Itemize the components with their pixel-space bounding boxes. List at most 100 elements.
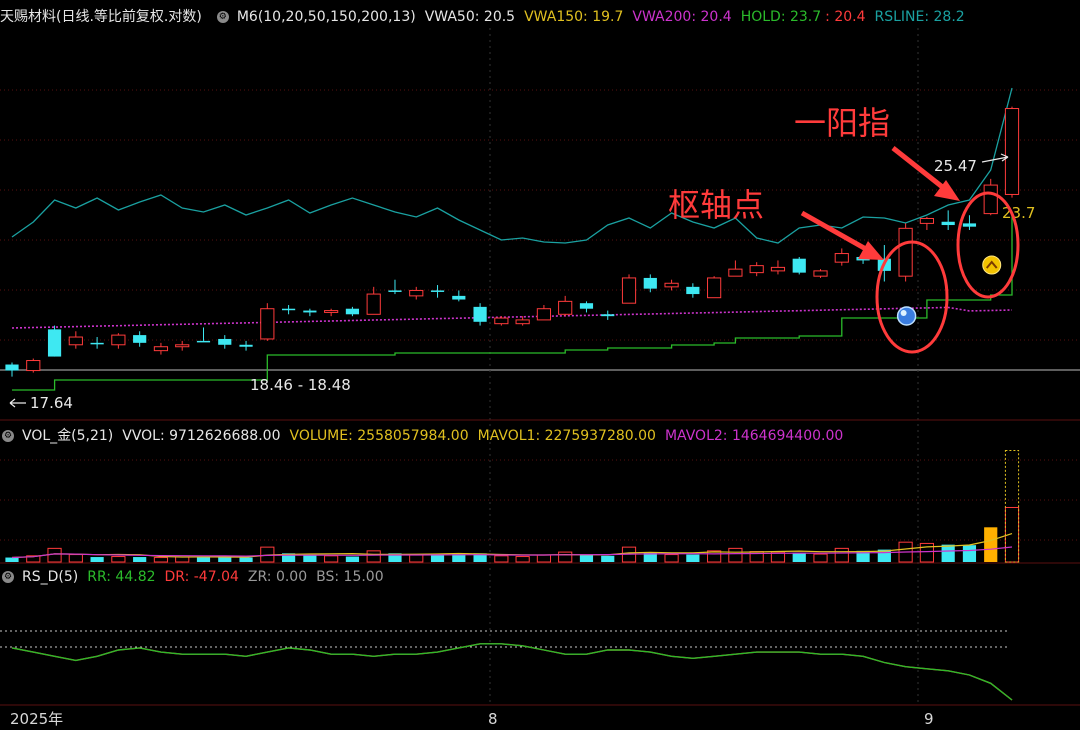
candle <box>792 256 806 275</box>
candle-body <box>452 295 466 300</box>
candle <box>345 306 360 317</box>
candle-body <box>153 346 169 352</box>
candle <box>111 333 126 349</box>
volume-bar <box>494 555 509 563</box>
pivot-marker-highlight <box>900 310 907 316</box>
volume-bar <box>47 547 62 563</box>
candle-body <box>111 334 126 346</box>
candle <box>621 274 637 304</box>
volume-bar <box>324 555 339 563</box>
candle-body <box>643 277 657 289</box>
volume-bar <box>90 557 104 562</box>
price-panel: 17.6418.46 - 18.4825.4723.7 <box>5 87 1035 412</box>
candle-body <box>664 282 679 288</box>
volume-bar <box>558 551 573 563</box>
candle <box>749 262 764 277</box>
volume-bar <box>536 554 552 563</box>
x-axis-label: 8 <box>488 710 498 728</box>
candle <box>5 362 19 377</box>
candle <box>175 340 190 351</box>
candle-body <box>68 336 83 346</box>
candle-body <box>813 270 828 277</box>
stock-chart[interactable]: 2025年 8 9 17.6418.46 - 18.4825.4723.7 <box>0 0 1080 730</box>
candle <box>430 285 445 298</box>
candle-body <box>686 286 700 295</box>
candle <box>90 337 104 349</box>
candle-body <box>707 277 722 299</box>
candle-body <box>324 310 339 313</box>
candle <box>579 301 594 313</box>
candle-body <box>494 317 509 325</box>
candle-body <box>834 253 849 263</box>
candle <box>536 305 552 321</box>
volume-bar <box>601 555 615 562</box>
price-label-range: 18.46 - 18.48 <box>250 376 351 394</box>
candle <box>133 331 147 347</box>
candle-body <box>749 265 764 274</box>
candle-body <box>90 342 104 345</box>
candle <box>452 290 466 302</box>
candle <box>260 303 275 341</box>
candle-body <box>919 217 934 224</box>
candle <box>941 210 955 230</box>
volume-bar <box>515 556 530 563</box>
candle <box>898 223 913 282</box>
candle-body <box>898 227 913 277</box>
annotation-arrow-pivot <box>800 210 875 256</box>
candle <box>494 316 509 326</box>
candle-body <box>26 360 41 372</box>
rr-series <box>11 643 1013 701</box>
candle <box>515 316 530 326</box>
volume-bar <box>686 554 700 562</box>
candle-body <box>941 221 955 226</box>
volume-bar <box>133 557 147 562</box>
volume-bar <box>962 545 977 562</box>
volume-bar <box>239 557 253 562</box>
candle <box>558 295 573 317</box>
volume-bar <box>5 557 19 562</box>
candle <box>388 279 402 295</box>
volume-bar <box>430 554 445 562</box>
buy-marker-icon <box>982 255 1002 275</box>
volume-panel <box>5 449 1020 563</box>
rsline-series <box>11 87 1013 244</box>
candle <box>409 286 424 300</box>
candle <box>601 310 615 320</box>
candle-body <box>792 258 806 273</box>
x-axis-label: 2025年 <box>10 710 63 728</box>
candle-body <box>770 266 786 272</box>
candle-body <box>366 293 381 315</box>
candle <box>26 358 41 373</box>
candle <box>239 340 253 351</box>
candle <box>303 308 317 317</box>
x-axis-label: 9 <box>924 710 934 728</box>
candle <box>983 178 998 216</box>
price-low-arrow <box>9 398 26 408</box>
candle-body <box>303 310 317 313</box>
candle-body <box>175 344 190 348</box>
candle <box>282 305 296 315</box>
rsd-panel <box>0 630 1013 701</box>
candle <box>664 279 679 291</box>
grid-lines: 2025年 8 9 <box>0 28 1080 728</box>
candle <box>218 335 232 349</box>
candle <box>68 331 83 349</box>
candle-body <box>601 314 615 317</box>
candle-body <box>621 277 637 304</box>
volume-bar <box>345 556 360 562</box>
candle-body <box>218 338 232 345</box>
candle-body <box>515 319 530 325</box>
candle-body <box>962 223 977 227</box>
volume-bar <box>728 547 743 563</box>
volume-bar <box>303 555 317 562</box>
volume-bar <box>111 556 126 563</box>
candle-body <box>983 184 998 215</box>
candle <box>47 325 62 357</box>
volume-bar <box>409 554 424 563</box>
candle-body <box>1004 108 1020 195</box>
candle <box>324 308 339 317</box>
candle <box>707 276 722 299</box>
candle-body <box>579 303 594 309</box>
candle <box>153 342 169 355</box>
candle-body <box>536 308 552 321</box>
